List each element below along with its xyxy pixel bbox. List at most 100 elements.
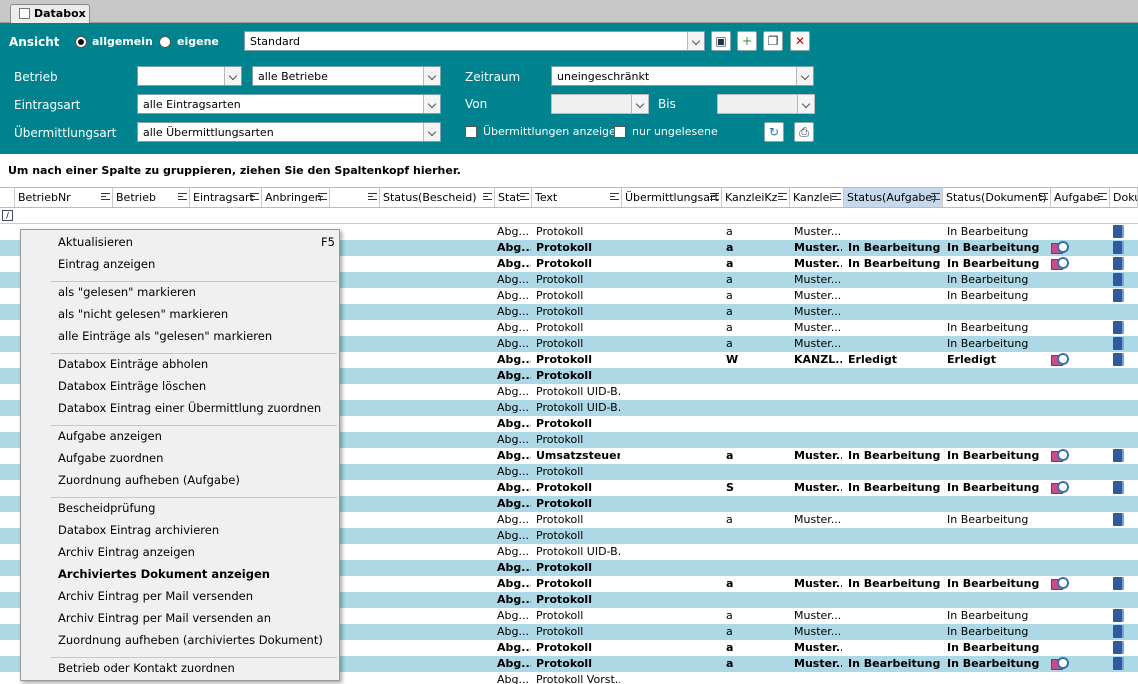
copy-view-button[interactable]: ❐ <box>763 31 783 51</box>
document-icon[interactable] <box>1113 289 1122 302</box>
document-icon[interactable] <box>1113 513 1122 526</box>
column-header[interactable]: Betrieb <box>113 188 190 207</box>
menu-item[interactable]: Aufgabe zuordnen <box>58 451 333 471</box>
column-header[interactable]: Status(Aufgabe) <box>844 188 943 207</box>
chevron-down-icon[interactable] <box>224 67 241 85</box>
chevron-down-icon[interactable] <box>631 95 648 113</box>
chevron-down-icon[interactable] <box>796 67 813 85</box>
filter-icon[interactable]: ∕ <box>2 210 13 221</box>
document-icon[interactable] <box>1113 449 1122 462</box>
uebermittlungsart-select[interactable]: alle Übermittlungsarten <box>137 122 441 142</box>
menu-item[interactable]: Archiv Eintrag anzeigen <box>58 545 333 565</box>
column-header[interactable]: Kanzlei <box>790 188 844 207</box>
task-icon[interactable] <box>1051 657 1069 670</box>
menu-item[interactable]: Archiv Eintrag per Mail versenden <box>58 589 333 609</box>
bis-date-field[interactable] <box>717 94 815 114</box>
task-icon[interactable] <box>1051 577 1069 590</box>
document-icon[interactable] <box>1113 657 1122 670</box>
document-icon[interactable] <box>1113 609 1122 622</box>
von-date-field[interactable] <box>551 94 649 114</box>
document-icon[interactable] <box>1113 353 1122 366</box>
document-icon[interactable] <box>1113 273 1122 286</box>
pin-icon[interactable] <box>1098 193 1107 200</box>
document-icon[interactable] <box>1113 241 1122 254</box>
pin-icon[interactable] <box>778 193 787 200</box>
menu-item[interactable]: Aktualisieren F5 <box>58 235 335 255</box>
column-header[interactable]: KanzleiKz <box>722 188 790 207</box>
task-icon[interactable] <box>1051 241 1069 254</box>
document-icon[interactable] <box>1113 337 1122 350</box>
menu-item[interactable]: als "nicht gelesen" markieren <box>58 307 333 327</box>
menu-item[interactable]: Zuordnung aufheben (archiviertes Dokumen… <box>58 633 333 653</box>
column-header[interactable]: Aufgabe <box>1051 188 1110 207</box>
print-button[interactable]: ⎙ <box>794 122 814 142</box>
pin-icon[interactable] <box>368 193 377 200</box>
chevron-down-icon[interactable] <box>423 95 440 113</box>
chevron-down-icon[interactable] <box>687 32 704 50</box>
column-header[interactable]: Status(Bescheid) <box>380 188 495 207</box>
document-icon[interactable] <box>1113 577 1122 590</box>
grid-filter-row[interactable]: ∕ <box>0 208 1138 224</box>
pin-icon[interactable] <box>101 193 110 200</box>
column-header[interactable]: Status(Dokument) <box>943 188 1051 207</box>
pin-icon[interactable] <box>178 193 187 200</box>
document-icon[interactable] <box>1113 225 1122 238</box>
pin-icon[interactable] <box>832 193 841 200</box>
pin-icon[interactable] <box>931 193 940 200</box>
document-icon[interactable] <box>1113 481 1122 494</box>
refresh-button[interactable]: ↻ <box>764 122 784 142</box>
menu-item[interactable]: Databox Eintrag einer Übermittlung zuord… <box>58 401 333 421</box>
zeitraum-select[interactable]: uneingeschränkt <box>551 66 814 86</box>
menu-item[interactable]: Aufgabe anzeigen <box>58 429 333 449</box>
column-header[interactable]: BetriebNr <box>15 188 113 207</box>
delete-view-button[interactable]: ✕ <box>790 31 810 51</box>
eintragsart-select[interactable]: alle Eintragsarten <box>137 94 441 114</box>
pin-icon[interactable] <box>610 193 619 200</box>
nur-ungelesene-checkbox[interactable] <box>614 126 626 138</box>
task-icon[interactable] <box>1051 449 1069 462</box>
column-header[interactable]: Doku <box>1110 188 1138 207</box>
document-icon[interactable] <box>1113 257 1122 270</box>
menu-item[interactable]: Databox Eintrag archivieren <box>58 523 333 543</box>
betrieb-select[interactable] <box>137 66 242 86</box>
new-view-button[interactable]: + <box>737 31 757 51</box>
column-header[interactable]: Anbringen <box>262 188 330 207</box>
pin-icon[interactable] <box>710 193 719 200</box>
column-header[interactable]: Stat <box>495 188 532 207</box>
pin-icon[interactable] <box>483 193 492 200</box>
menu-item[interactable]: Databox Einträge abholen <box>58 357 333 377</box>
menu-item[interactable]: Zuordnung aufheben (Aufgabe) <box>58 473 333 493</box>
menu-item[interactable]: alle Einträge als "gelesen" markieren <box>58 329 333 349</box>
column-header[interactable]: Eintragsart <box>190 188 262 207</box>
tab-databox[interactable]: Databox <box>10 4 90 23</box>
save-view-button[interactable]: ▣ <box>711 31 731 51</box>
betrieb-all-select[interactable]: alle Betriebe <box>252 66 441 86</box>
task-icon[interactable] <box>1051 353 1069 366</box>
menu-item[interactable]: als "gelesen" markieren <box>58 285 333 305</box>
pin-icon[interactable] <box>250 193 259 200</box>
pin-icon[interactable] <box>1039 193 1048 200</box>
menu-item[interactable]: Betrieb oder Kontakt zuordnen <box>58 661 333 681</box>
chevron-down-icon[interactable] <box>423 123 440 141</box>
pin-icon[interactable] <box>520 193 529 200</box>
chevron-down-icon[interactable] <box>423 67 440 85</box>
chevron-down-icon[interactable] <box>797 95 814 113</box>
menu-item[interactable]: Archiv Eintrag per Mail versenden an <box>58 611 333 631</box>
column-header[interactable]: Übermittlungsart <box>622 188 722 207</box>
menu-item[interactable]: Bescheidprüfung <box>58 501 333 521</box>
column-header[interactable]: Text <box>532 188 622 207</box>
show-uebermittlungen-checkbox[interactable] <box>465 126 477 138</box>
task-icon[interactable] <box>1051 481 1069 494</box>
document-icon[interactable] <box>1113 641 1122 654</box>
view-select[interactable]: Standard <box>244 31 705 51</box>
menu-item[interactable]: Archiviertes Dokument anzeigen <box>58 567 333 587</box>
menu-item[interactable]: Databox Einträge löschen <box>58 379 333 399</box>
document-icon[interactable] <box>1113 625 1122 638</box>
column-header[interactable] <box>330 188 380 207</box>
radio-allgemein[interactable] <box>75 36 87 48</box>
task-icon[interactable] <box>1051 257 1069 270</box>
menu-item[interactable]: Eintrag anzeigen <box>58 257 333 277</box>
column-chooser-icon[interactable] <box>0 188 15 207</box>
radio-eigene[interactable] <box>159 36 171 48</box>
document-icon[interactable] <box>1113 321 1122 334</box>
